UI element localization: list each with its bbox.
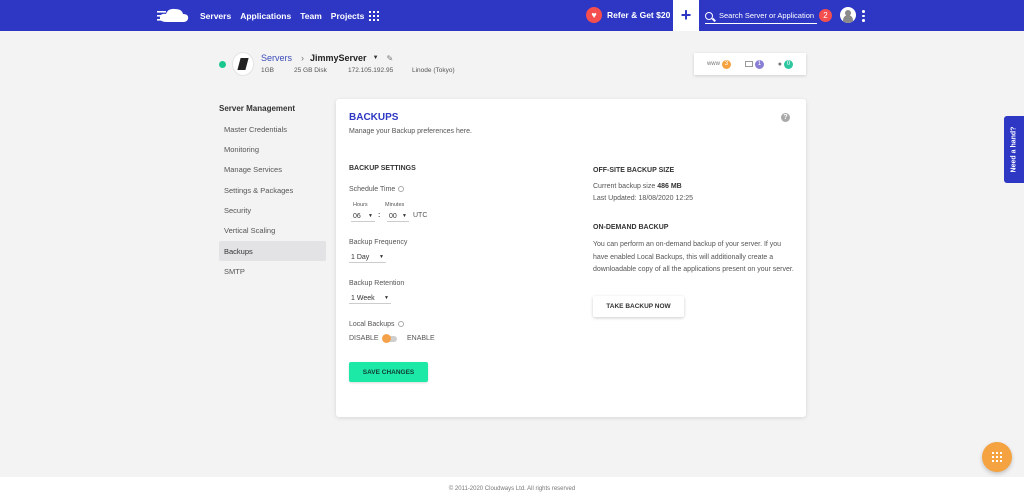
chevron-down-icon: ▼ [384, 295, 389, 301]
server-ip: 172.105.192.95 [348, 67, 394, 74]
nav-servers[interactable]: Servers [200, 11, 231, 21]
current-size-label: Current backup size [593, 183, 656, 190]
sidebar-item-backups[interactable]: Backups [219, 241, 326, 261]
backup-frequency-label: Backup Frequency [349, 239, 408, 246]
nav-projects[interactable]: Projects [331, 11, 365, 21]
server-status-indicator [219, 61, 226, 68]
local-backups-row: Local Backups [349, 321, 404, 328]
floating-menu-button[interactable] [982, 442, 1012, 472]
schedule-time-row: Schedule Time [349, 186, 405, 193]
grid-dots-icon [992, 452, 1002, 462]
breadcrumb: Servers › JimmyServer ▼ ✎ [261, 53, 393, 63]
nav-applications[interactable]: Applications [240, 11, 291, 21]
offsite-backup-heading: OFF-SITE BACKUP SIZE [593, 167, 675, 174]
hours-select[interactable]: 06 ▼ [351, 211, 375, 222]
server-disk: 25 GB Disk [294, 67, 327, 74]
stat-apps[interactable]: 1 [744, 59, 764, 69]
refer-button[interactable]: ♥ Refer & Get $20 [586, 7, 670, 23]
on-demand-description: You can perform an on-demand backup of y… [593, 241, 794, 273]
schedule-time-label: Schedule Time [349, 186, 396, 193]
last-updated: Last Updated: 18/08/2020 12:25 [593, 195, 694, 202]
sidebar-title: Server Management [219, 104, 296, 113]
server-switch-dropdown-icon[interactable]: ▼ [373, 55, 379, 61]
search-placeholder: Search Server or Application [719, 11, 815, 20]
window-icon [744, 61, 753, 67]
help-icon[interactable]: ? [781, 113, 790, 122]
apps-grid-icon[interactable] [369, 11, 379, 21]
disable-label: DISABLE [349, 335, 379, 342]
user-avatar-icon[interactable] [840, 7, 856, 23]
server-name: JimmyServer [310, 53, 367, 63]
minutes-value: 00 [389, 212, 397, 220]
backup-frequency-select[interactable]: 1 Day ▼ [349, 252, 386, 263]
timezone-label: UTC [413, 212, 428, 219]
users-count-badge: 0 [784, 59, 794, 69]
frequency-value: 1 Day [351, 253, 370, 261]
copyright-text: © 2011-2020 Cloudways Ltd. All rights re… [448, 485, 576, 492]
backup-retention-select[interactable]: 1 Week ▼ [349, 293, 391, 304]
www-icon: www [706, 61, 720, 67]
save-changes-button[interactable]: SAVE CHANGES [349, 362, 428, 382]
heart-icon: ♥ [586, 7, 602, 23]
more-menu-icon[interactable] [862, 10, 865, 22]
linode-provider-icon [233, 53, 253, 75]
on-demand-heading: ON-DEMAND BACKUP [593, 224, 669, 231]
nav-team[interactable]: Team [300, 11, 322, 21]
backups-card: BACKUPS Manage your Backup preferences h… [336, 99, 806, 417]
sidebar-item-manage-services[interactable]: Manage Services [219, 159, 326, 179]
backup-settings-heading: BACKUP SETTINGS [349, 165, 416, 172]
take-backup-now-button[interactable]: TAKE BACKUP NOW [593, 296, 684, 317]
sidebar-item-settings-packages[interactable]: Settings & Packages [219, 180, 326, 200]
refer-label: Refer & Get $20 [607, 10, 671, 20]
server-ram: 1GB [261, 67, 275, 74]
search-icon [705, 11, 713, 20]
breadcrumb-separator-icon: › [301, 53, 305, 63]
main-nav: Servers Applications Team Projects [200, 0, 373, 31]
apps-count-badge: 1 [754, 59, 764, 69]
card-title: BACKUPS [349, 112, 399, 123]
add-button[interactable]: + [673, 0, 699, 31]
card-subtitle: Manage your Backup preferences here. [349, 128, 472, 135]
edit-pencil-icon[interactable]: ✎ [387, 54, 394, 63]
user-icon: ● [777, 60, 783, 68]
breadcrumb-servers-link[interactable]: Servers [261, 53, 292, 63]
minutes-label: Minutes [385, 202, 405, 208]
search-field[interactable]: Search Server or Application [705, 8, 817, 24]
info-icon[interactable] [398, 186, 405, 193]
backup-retention-label: Backup Retention [349, 280, 405, 287]
notification-badge[interactable]: 2 [819, 9, 832, 22]
time-separator: : [378, 212, 381, 219]
hours-value: 06 [353, 212, 361, 220]
stat-users[interactable]: ● 0 [777, 59, 794, 69]
current-size-value: 486 MB [657, 183, 682, 190]
server-stats-box: www 3 1 ● 0 [694, 53, 806, 75]
need-a-hand-label: Need a hand? [1010, 126, 1018, 173]
sidebar-item-monitoring[interactable]: Monitoring [219, 139, 326, 159]
www-count-badge: 3 [721, 59, 731, 69]
sidebar-item-security[interactable]: Security [219, 200, 326, 220]
sidebar-item-smtp[interactable]: SMTP [219, 261, 326, 281]
server-provider: Linode (Tokyo) [412, 67, 455, 74]
sidebar-item-master-credentials[interactable]: Master Credentials [219, 119, 326, 139]
chevron-down-icon: ▼ [402, 213, 407, 219]
local-backups-label: Local Backups [349, 321, 395, 328]
need-a-hand-tab[interactable]: Need a hand? [1004, 116, 1024, 183]
retention-value: 1 Week [351, 294, 375, 302]
stat-www[interactable]: www 3 [706, 59, 731, 69]
enable-label: ENABLE [407, 335, 435, 342]
cloudways-logo[interactable] [157, 6, 191, 24]
minutes-select[interactable]: 00 ▼ [387, 211, 409, 222]
footer: © 2011-2020 Cloudways Ltd. All rights re… [0, 477, 1024, 500]
sidebar-item-vertical-scaling[interactable]: Vertical Scaling [219, 220, 326, 240]
hours-label: Hours [353, 202, 368, 208]
local-backups-toggle[interactable] [382, 334, 397, 343]
top-navbar: Servers Applications Team Projects ♥ Ref… [0, 0, 1024, 31]
current-backup-size-row: Current backup size 486 MB [593, 183, 682, 190]
chevron-down-icon: ▼ [368, 213, 373, 219]
info-icon[interactable] [397, 321, 404, 328]
chevron-down-icon: ▼ [379, 254, 384, 260]
plus-icon: + [680, 5, 692, 25]
